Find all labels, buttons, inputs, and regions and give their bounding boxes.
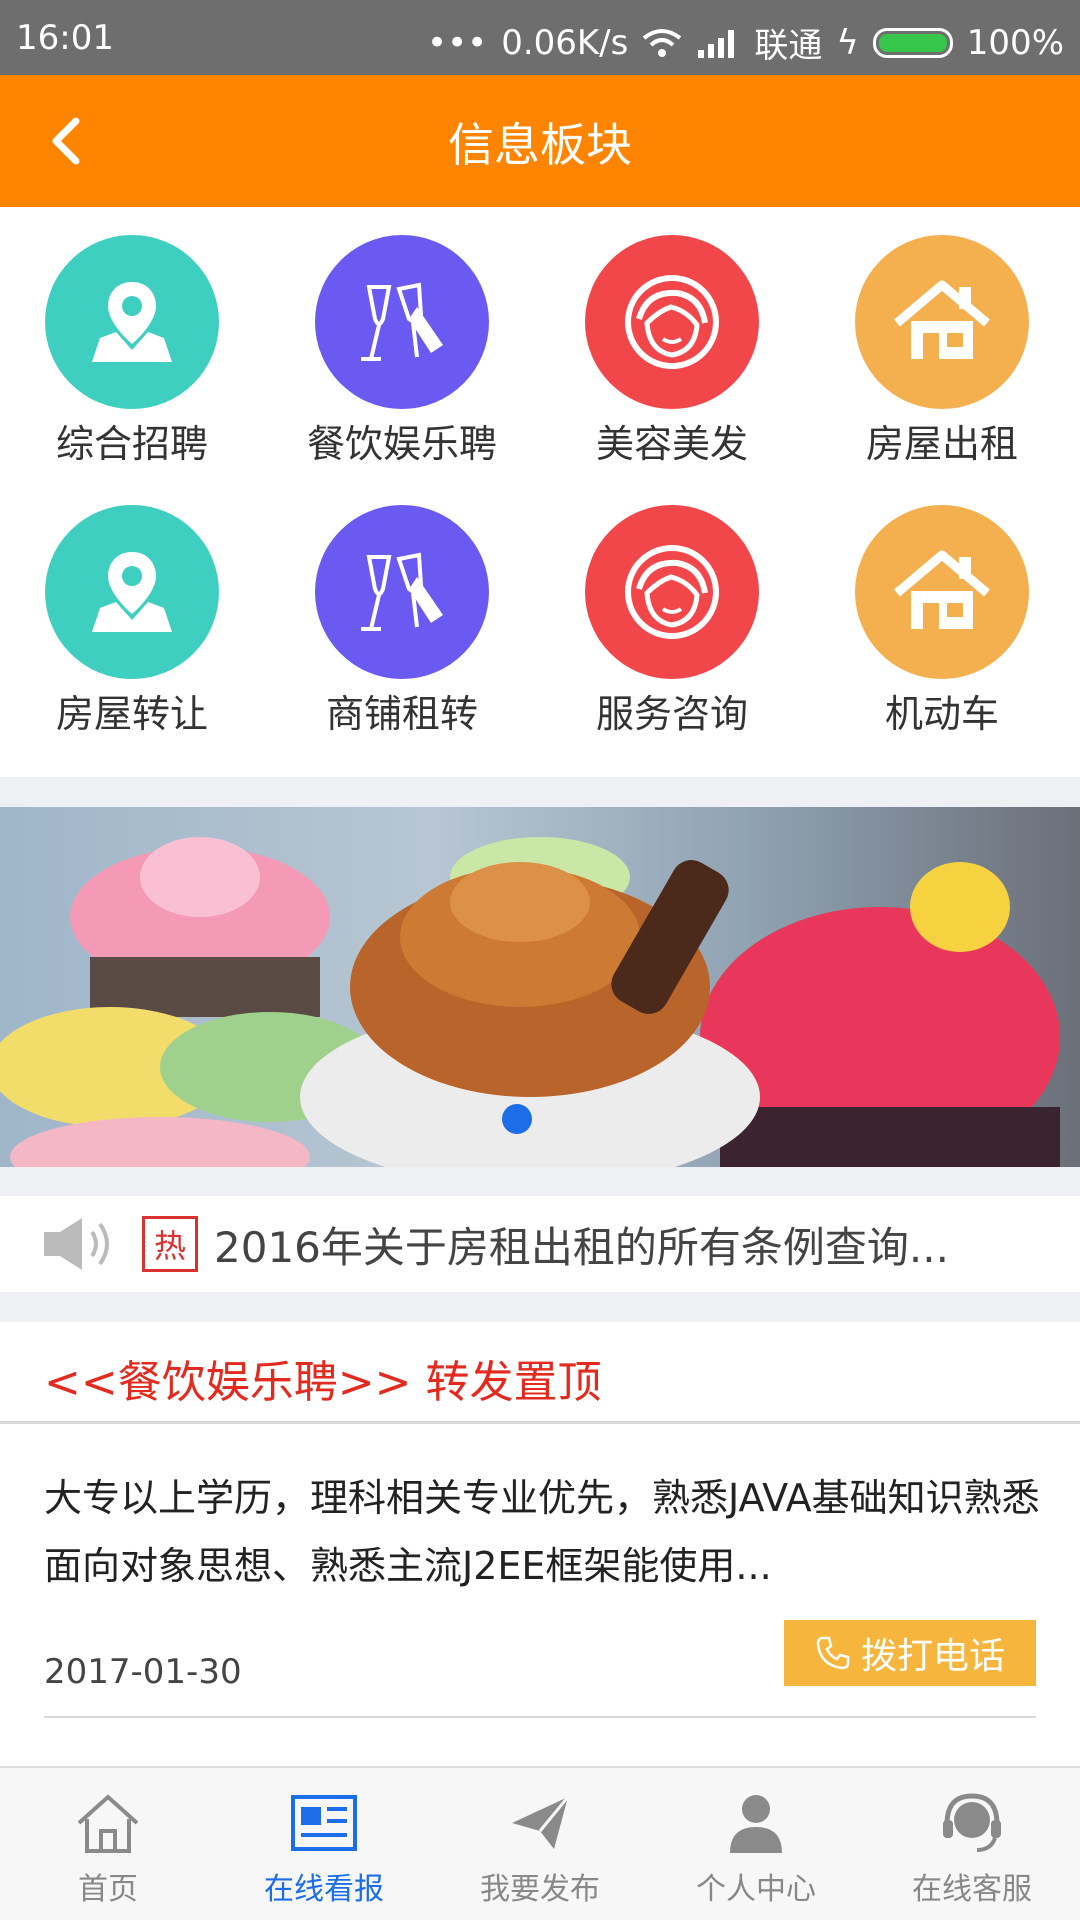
section-title: <<餐饮娱乐聘>> 转发置顶 bbox=[44, 1357, 602, 1408]
wifi-icon bbox=[643, 28, 682, 57]
charging-icon: ϟ bbox=[836, 22, 859, 63]
bottom-tab-bar: 首页 在线看报 我要发布 个人中心 在线客服 bbox=[0, 1766, 1080, 1920]
category-label: 服务咨询 bbox=[595, 692, 748, 736]
house-icon bbox=[855, 235, 1029, 409]
map-pin-icon bbox=[45, 235, 219, 409]
woman-face-icon bbox=[585, 505, 759, 679]
category-label: 房屋转让 bbox=[55, 692, 208, 736]
page-title: 信息板块 bbox=[448, 118, 632, 172]
category-label: 综合招聘 bbox=[55, 422, 208, 466]
tab-item[interactable]: 我要发布 bbox=[432, 1768, 648, 1920]
tab-label: 我要发布 bbox=[480, 1872, 600, 1907]
send-icon bbox=[500, 1788, 580, 1858]
category-item[interactable]: 房屋转让 bbox=[12, 477, 252, 736]
battery-icon bbox=[872, 27, 953, 58]
divider bbox=[0, 777, 1080, 807]
category-item[interactable]: 服务咨询 bbox=[552, 477, 792, 736]
status-time: 16:01 bbox=[16, 18, 114, 58]
headset-icon bbox=[932, 1788, 1012, 1858]
speaker-icon bbox=[44, 1218, 109, 1270]
phone-icon bbox=[816, 1636, 850, 1670]
category-item[interactable]: 美容美发 bbox=[552, 207, 792, 466]
hot-badge: 热 bbox=[142, 1216, 198, 1272]
status-bar: 16:01 ••• 0.06K/s 联通 ϟ 100% bbox=[0, 0, 1080, 75]
tab-item[interactable]: 首页 bbox=[0, 1768, 216, 1920]
post-description: 大专以上学历，理科相关专业优先，熟悉JAVA基础知识熟悉面向对象思想、熟悉主流J… bbox=[44, 1476, 1040, 1588]
notice-text: 2016年关于房租出租的所有条例查询... bbox=[214, 1222, 949, 1272]
category-label: 房屋出租 bbox=[865, 422, 1018, 466]
map-pin-icon bbox=[45, 505, 219, 679]
call-button[interactable]: 拨打电话 bbox=[784, 1620, 1036, 1686]
post-date: 2017-01-30 bbox=[44, 1652, 242, 1692]
notice-bar[interactable]: 热 2016年关于房租出租的所有条例查询... bbox=[0, 1196, 1080, 1292]
house-icon bbox=[855, 505, 1029, 679]
list-item[interactable]: 大专以上学历，理科相关专业优先，熟悉JAVA基础知识熟悉面向对象思想、熟悉主流J… bbox=[0, 1424, 1080, 1764]
signal-icon bbox=[698, 29, 735, 58]
network-speed: 0.06K/s bbox=[501, 22, 629, 63]
cupcake-image bbox=[0, 837, 1060, 1167]
category-item[interactable]: 机动车 bbox=[822, 477, 1062, 736]
app-header: 信息板块 bbox=[0, 75, 1080, 207]
person-icon bbox=[716, 1788, 796, 1858]
category-item[interactable]: 餐饮娱乐聘 bbox=[282, 207, 522, 466]
tab-label: 在线客服 bbox=[912, 1872, 1032, 1907]
divider bbox=[0, 1167, 1080, 1196]
category-label: 餐饮娱乐聘 bbox=[306, 422, 497, 466]
divider bbox=[0, 1292, 1080, 1322]
category-item[interactable]: 房屋出租 bbox=[822, 207, 1062, 466]
section-header: <<餐饮娱乐聘>> 转发置顶 bbox=[0, 1322, 1080, 1424]
newspaper-icon bbox=[284, 1788, 364, 1858]
tab-label: 首页 bbox=[78, 1872, 138, 1907]
carrier-name: 联通 bbox=[754, 26, 823, 66]
champagne-icon bbox=[315, 505, 489, 679]
category-grid: 综合招聘 餐饮娱乐聘 美容美发 房屋出租 房屋转让 商铺租转 服务咨询 机动车 bbox=[0, 207, 1080, 955]
champagne-icon bbox=[315, 235, 489, 409]
tab-label: 个人中心 bbox=[696, 1872, 816, 1907]
tab-item[interactable]: 在线客服 bbox=[864, 1768, 1080, 1920]
battery-percent: 100% bbox=[966, 22, 1064, 63]
category-item[interactable]: 商铺租转 bbox=[282, 477, 522, 736]
divider bbox=[44, 1716, 1036, 1718]
category-label: 美容美发 bbox=[595, 422, 748, 466]
more-dots-icon: ••• bbox=[427, 22, 488, 63]
promo-banner[interactable] bbox=[0, 807, 1080, 1167]
status-right: ••• 0.06K/s 联通 ϟ 100% bbox=[427, 18, 1064, 67]
category-label: 机动车 bbox=[884, 692, 999, 736]
banner-indicator-dot bbox=[502, 1104, 532, 1134]
woman-face-icon bbox=[585, 235, 759, 409]
tab-item[interactable]: 在线看报 bbox=[216, 1768, 432, 1920]
home-icon bbox=[68, 1788, 148, 1858]
tab-item[interactable]: 个人中心 bbox=[648, 1768, 864, 1920]
tab-label: 在线看报 bbox=[264, 1872, 384, 1907]
category-item[interactable]: 综合招聘 bbox=[12, 207, 252, 466]
call-button-label: 拨打电话 bbox=[860, 1636, 1005, 1677]
category-label: 商铺租转 bbox=[325, 692, 478, 736]
